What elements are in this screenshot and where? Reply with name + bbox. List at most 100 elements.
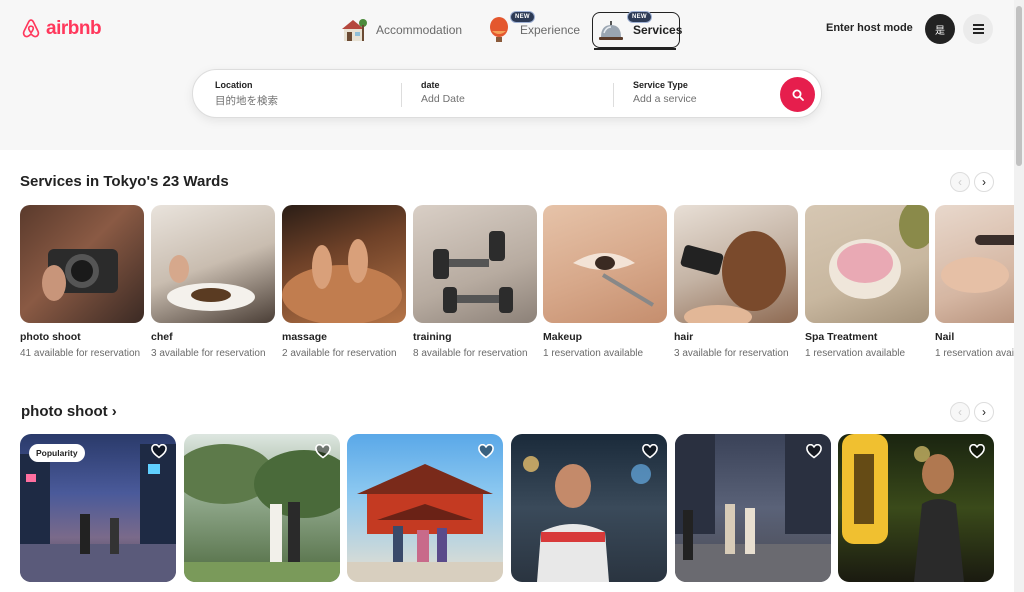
tab-experience-label: Experience bbox=[520, 23, 581, 37]
heart-icon[interactable] bbox=[315, 444, 331, 459]
menu-button[interactable] bbox=[963, 14, 993, 44]
hair-illustration bbox=[680, 231, 786, 323]
service-type-field[interactable]: Service Type Add a service bbox=[633, 80, 697, 105]
category-card-photo-shoot[interactable]: photo shoot 41 available for reservation bbox=[20, 205, 144, 361]
category-name: photo shoot bbox=[20, 331, 81, 343]
page-scrollbar[interactable] bbox=[1014, 0, 1024, 592]
category-image bbox=[805, 205, 929, 323]
avatar[interactable]: 是 bbox=[925, 14, 955, 44]
category-name: chef bbox=[151, 331, 173, 343]
search-bar: Location 目的地を検索 date Add Date Service Ty… bbox=[192, 69, 822, 118]
prev-arrow-button[interactable]: ‹ bbox=[950, 172, 970, 192]
category-name: hair bbox=[674, 331, 694, 343]
availability-text: 2 available for reservation bbox=[282, 348, 397, 359]
heart-icon[interactable] bbox=[806, 444, 822, 459]
top-header: airbnb Accommodation NEW Experience NEW … bbox=[0, 0, 1014, 150]
tab-services-label: Services bbox=[633, 23, 683, 37]
category-image bbox=[20, 205, 144, 323]
chevron-right-icon: › bbox=[982, 405, 986, 419]
category-card-training[interactable]: training 8 available for reservation bbox=[413, 205, 537, 361]
spa-bowl-illustration bbox=[829, 205, 929, 299]
availability-text: 1 reservation available bbox=[543, 348, 644, 359]
date-label: date bbox=[421, 80, 440, 90]
chevron-left-icon: ‹ bbox=[958, 175, 962, 189]
host-mode-link[interactable]: Enter host mode bbox=[826, 22, 913, 34]
experience-new-badge: NEW bbox=[510, 11, 535, 23]
category-card-hair[interactable]: hair 3 available for reservation bbox=[674, 205, 798, 361]
tab-accommodation[interactable]: Accommodation bbox=[338, 12, 462, 48]
avatar-initial: 是 bbox=[935, 25, 945, 37]
category-name: training bbox=[413, 331, 452, 343]
tab-accommodation-label: Accommodation bbox=[376, 23, 463, 37]
availability-text: 41 available for reservation bbox=[20, 348, 141, 359]
category-card-nail[interactable]: Nail 1 reservation available bbox=[935, 205, 1014, 361]
house-icon bbox=[342, 19, 367, 41]
search-icon bbox=[792, 89, 804, 101]
category-name: massage bbox=[282, 331, 327, 343]
date-field[interactable]: date Add Date bbox=[421, 80, 465, 105]
category-image bbox=[543, 205, 667, 323]
prev-arrow-button[interactable]: ‹ bbox=[950, 402, 970, 422]
service-type-placeholder: Add a service bbox=[633, 93, 697, 105]
active-tab-indicator bbox=[594, 48, 676, 50]
heart-icon[interactable] bbox=[478, 444, 494, 459]
category-card-spa-treatment[interactable]: Spa Treatment 1 reservation available bbox=[805, 205, 929, 361]
category-card-massage[interactable]: massage 2 available for reservation bbox=[282, 205, 406, 361]
services-icon-wrap: NEW bbox=[597, 11, 652, 45]
divider bbox=[401, 83, 402, 107]
scrollbar-thumb[interactable] bbox=[1016, 6, 1022, 166]
heart-icon[interactable] bbox=[969, 444, 985, 459]
heart-icon[interactable] bbox=[151, 444, 167, 459]
category-card-chef[interactable]: chef 3 available for reservation bbox=[151, 205, 275, 361]
section-title-services: Services in Tokyo's 23 Wards bbox=[20, 173, 229, 190]
nail-illustration bbox=[941, 235, 1014, 293]
dumbbell-illustration bbox=[433, 231, 513, 313]
availability-text: 1 reservation available bbox=[935, 348, 1014, 359]
availability-text: 8 available for reservation bbox=[413, 348, 528, 359]
category-name: Nail bbox=[935, 331, 955, 343]
availability-text: 3 available for reservation bbox=[674, 348, 789, 359]
category-image bbox=[413, 205, 537, 323]
popularity-badge: Popularity bbox=[29, 444, 85, 462]
date-placeholder: Add Date bbox=[421, 93, 465, 105]
category-image bbox=[674, 205, 798, 323]
chevron-left-icon: ‹ bbox=[958, 405, 962, 419]
category-image bbox=[935, 205, 1014, 323]
service-bell-icon bbox=[599, 21, 623, 40]
photo-card[interactable]: Popularity bbox=[20, 434, 176, 582]
makeup-illustration bbox=[573, 253, 655, 307]
heart-icon[interactable] bbox=[642, 444, 658, 459]
search-button[interactable] bbox=[780, 77, 815, 112]
chef-plate-illustration bbox=[167, 255, 255, 311]
photo-card[interactable] bbox=[838, 434, 994, 582]
category-name: Makeup bbox=[543, 331, 583, 343]
airbnb-logo-icon bbox=[22, 19, 40, 38]
experience-icon-wrap: NEW bbox=[486, 11, 535, 45]
location-field[interactable]: Location 目的地を検索 bbox=[215, 80, 278, 108]
camera-illustration bbox=[42, 249, 118, 301]
category-card-makeup[interactable]: Makeup 1 reservation available bbox=[543, 205, 667, 361]
airbnb-logo[interactable]: airbnb bbox=[20, 17, 102, 41]
hamburger-icon bbox=[972, 28, 984, 30]
services-new-badge: NEW bbox=[627, 11, 652, 23]
next-arrow-button[interactable]: › bbox=[974, 172, 994, 192]
service-type-label: Service Type bbox=[633, 80, 688, 90]
photo-card[interactable] bbox=[511, 434, 667, 582]
hot-air-balloon-icon bbox=[490, 17, 508, 42]
location-label: Location bbox=[215, 80, 253, 90]
tab-experience[interactable]: NEW Experience bbox=[486, 11, 581, 48]
location-placeholder: 目的地を検索 bbox=[215, 95, 278, 107]
category-name: Spa Treatment bbox=[805, 331, 878, 343]
photo-card[interactable] bbox=[347, 434, 503, 582]
photo-card[interactable] bbox=[675, 434, 831, 582]
next-arrow-button[interactable]: › bbox=[974, 402, 994, 422]
category-image bbox=[282, 205, 406, 323]
section-title-photo-shoot[interactable]: photo shoot › bbox=[21, 403, 117, 420]
divider bbox=[613, 83, 614, 107]
photo-card[interactable] bbox=[184, 434, 340, 582]
brand-name: airbnb bbox=[46, 18, 102, 39]
availability-text: 1 reservation available bbox=[805, 348, 906, 359]
tab-services[interactable]: NEW Services bbox=[592, 11, 683, 48]
availability-text: 3 available for reservation bbox=[151, 348, 266, 359]
category-image bbox=[151, 205, 275, 323]
